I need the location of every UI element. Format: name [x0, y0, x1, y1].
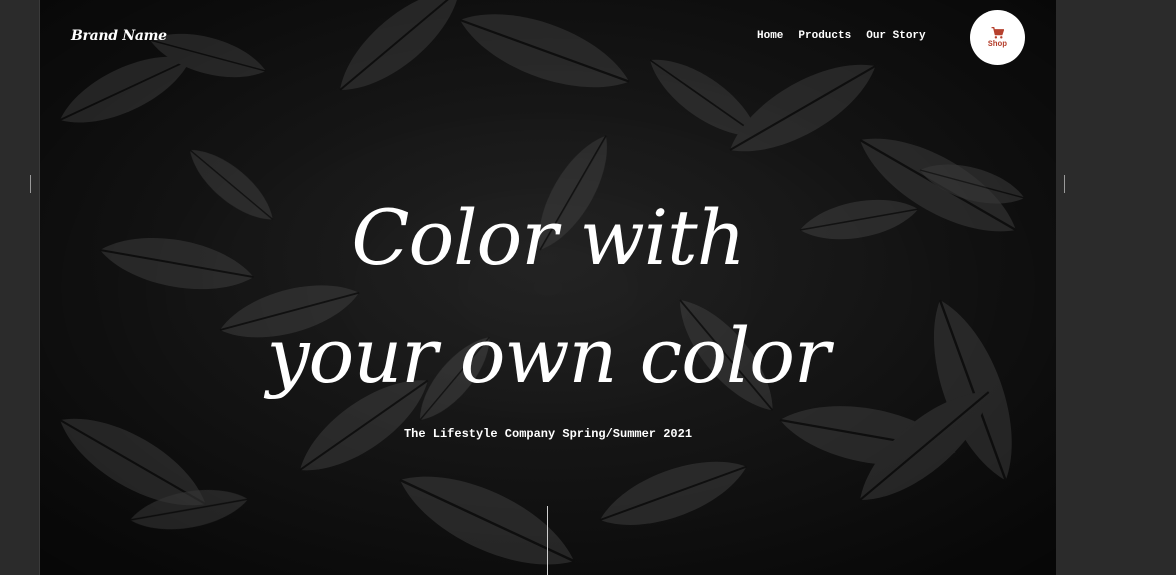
scroll-indicator-line: [547, 506, 548, 575]
hero-subtitle: The Lifestyle Company Spring/Summer 2021: [403, 427, 693, 441]
hero-overlay: [40, 0, 1056, 575]
top-navigation: Brand Name Home Products Our Story Shop: [40, 0, 1056, 75]
brand-logo[interactable]: Brand Name: [71, 28, 167, 44]
hero-headline-line-2: your own color: [266, 311, 831, 400]
cart-icon: [991, 26, 1004, 39]
hero-headline-line-1: Color with: [351, 193, 745, 282]
nav-menu: Home Products Our Story: [757, 30, 926, 42]
nav-link-products[interactable]: Products: [798, 30, 851, 42]
nav-link-our-story[interactable]: Our Story: [866, 30, 925, 42]
nav-link-home[interactable]: Home: [757, 30, 783, 42]
shop-cart-button[interactable]: Shop: [970, 10, 1025, 65]
browser-viewport: Brand Name Home Products Our Story Shop …: [0, 0, 1176, 575]
left-resize-handle[interactable]: [30, 175, 31, 193]
shop-label: Shop: [987, 39, 1008, 49]
hero-section: Brand Name Home Products Our Story Shop …: [39, 0, 1056, 575]
right-resize-handle[interactable]: [1064, 175, 1065, 193]
